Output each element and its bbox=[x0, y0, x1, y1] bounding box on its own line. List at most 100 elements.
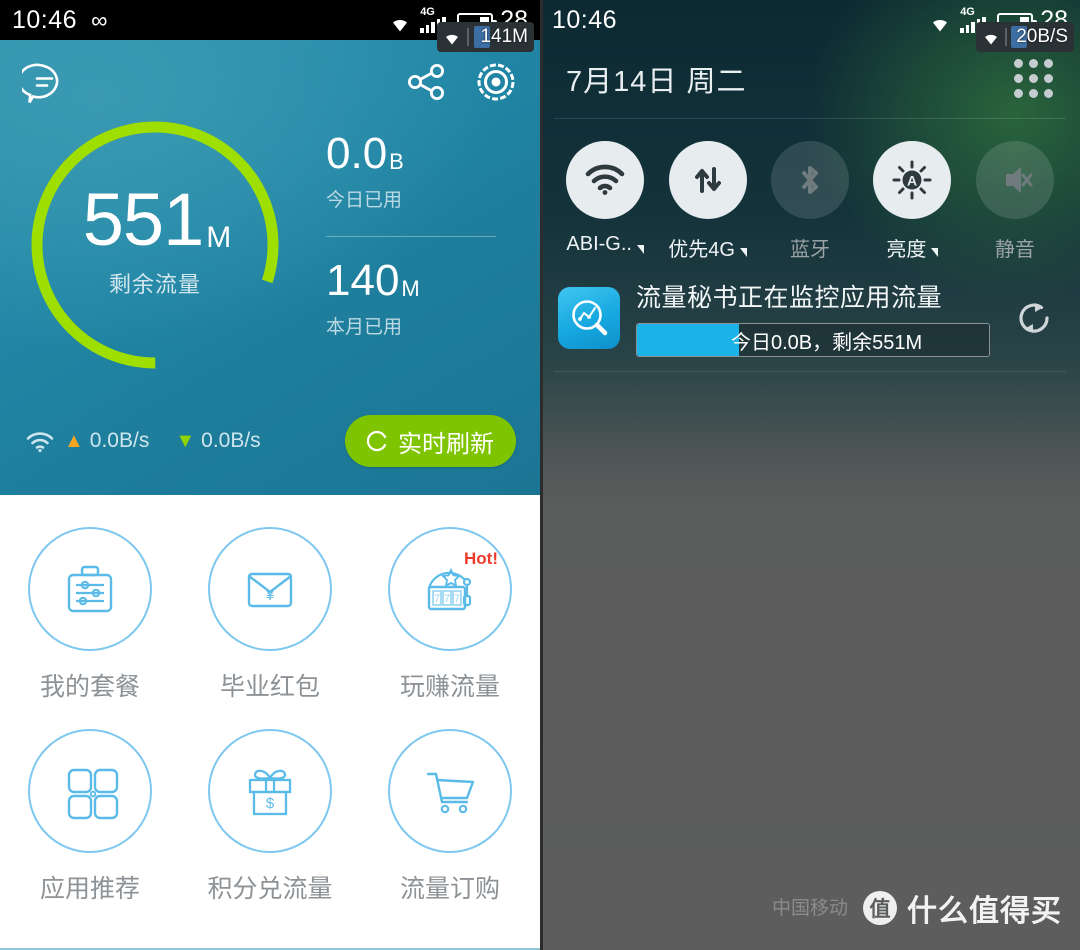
shopping-cart-icon bbox=[388, 729, 512, 853]
download-speed-value: 0.0B/s bbox=[201, 429, 261, 452]
feature-graduation-redpacket[interactable]: ¥ 毕业红包 bbox=[180, 517, 360, 719]
speed-bar: ▲ 0.0B/s ▼ 0.0B/s 实时刷新 bbox=[0, 415, 540, 467]
quick-setting-label: 静音 bbox=[994, 239, 1035, 261]
quick-setting-bluetooth[interactable]: 蓝牙 bbox=[759, 141, 861, 262]
chevron-expand-icon[interactable] bbox=[636, 245, 644, 254]
svg-text:7: 7 bbox=[434, 593, 440, 605]
data-usage-overlay-badge[interactable]: 141M bbox=[437, 22, 534, 52]
hot-badge: Hot! bbox=[464, 549, 498, 568]
realtime-refresh-button[interactable]: 实时刷新 bbox=[345, 415, 516, 467]
gauge-center-readout: 551 M 剩余流量 bbox=[20, 110, 290, 380]
badge-divider bbox=[467, 28, 470, 46]
stat-month-value: 140 bbox=[326, 256, 400, 305]
chat-bubble-icon[interactable] bbox=[17, 63, 66, 105]
share-icon[interactable] bbox=[406, 62, 446, 107]
app-icon bbox=[558, 286, 620, 349]
stat-month: 140M 本月已用 bbox=[326, 259, 496, 339]
watermark-text: 什么值得买 bbox=[907, 895, 1062, 928]
refresh-icon[interactable] bbox=[1006, 290, 1062, 346]
notification-divider bbox=[554, 371, 1066, 372]
upload-speed: ▲ 0.0B/s bbox=[64, 429, 149, 453]
wifi-small-icon bbox=[980, 29, 1002, 46]
gauge-label: 剩余流量 bbox=[108, 272, 201, 298]
briefcase-settings-icon bbox=[28, 527, 152, 651]
feature-grid-row: 我的套餐 ¥ 毕业红包 Hot! 7 7 7 玩赚流量 bbox=[0, 517, 540, 719]
progress-fill bbox=[637, 324, 740, 356]
four-squares-icon bbox=[28, 729, 152, 853]
gear-icon[interactable] bbox=[474, 60, 518, 109]
overlay-data-value: 20B/S bbox=[1016, 26, 1068, 47]
feature-label: 流量订购 bbox=[399, 875, 500, 903]
quick-setting-label: ABI-G.. bbox=[566, 233, 644, 256]
quick-setting-label: 蓝牙 bbox=[790, 239, 831, 261]
svg-text:7: 7 bbox=[454, 593, 460, 605]
feature-grid-row: 应用推荐 $ 积分兑流量 流量订购 bbox=[0, 719, 540, 921]
notification-item[interactable]: 流量秘书正在监控应用流量 今日0.0B，剩余551M bbox=[540, 266, 1080, 367]
arrow-up-icon: ▲ bbox=[64, 430, 84, 452]
panel-separator bbox=[540, 0, 543, 950]
quick-setting-mute[interactable]: 静音 bbox=[964, 141, 1066, 262]
feature-label: 积分兑流量 bbox=[207, 875, 333, 903]
svg-text:$: $ bbox=[266, 795, 275, 812]
stat-today: 0.0B 今日已用 bbox=[326, 132, 496, 212]
chevron-expand-icon[interactable] bbox=[739, 248, 747, 257]
quick-setting-wifi[interactable]: ABI-G.. bbox=[554, 141, 656, 262]
feature-label: 毕业红包 bbox=[219, 673, 320, 701]
notification-progress-bar: 今日0.0B，剩余551M bbox=[636, 323, 990, 357]
realtime-refresh-label: 实时刷新 bbox=[398, 430, 494, 458]
stat-month-caption: 本月已用 bbox=[326, 317, 403, 338]
envelope-yuan-icon: ¥ bbox=[208, 527, 332, 651]
badge-divider bbox=[1005, 28, 1008, 46]
feature-data-purchase[interactable]: 流量订购 bbox=[360, 719, 540, 921]
refresh-icon bbox=[366, 430, 389, 452]
chevron-expand-icon[interactable] bbox=[931, 248, 939, 257]
stat-today-value: 0.0 bbox=[326, 129, 388, 178]
quick-setting-brightness[interactable]: A 亮度 bbox=[861, 141, 963, 262]
arrow-down-icon: ▼ bbox=[175, 430, 196, 452]
wifi-icon bbox=[566, 141, 645, 219]
remaining-data-gauge: 551 M 剩余流量 bbox=[20, 110, 290, 380]
notification-title: 流量秘书正在监控应用流量 bbox=[636, 284, 943, 312]
hero-actions bbox=[406, 60, 518, 109]
stats-divider bbox=[326, 236, 496, 237]
bluetooth-icon bbox=[771, 141, 850, 219]
feature-my-plan[interactable]: 我的套餐 bbox=[0, 517, 180, 719]
data-transfer-icon bbox=[668, 141, 747, 219]
quick-setting-label: 亮度 bbox=[886, 233, 939, 262]
feature-label: 我的套餐 bbox=[39, 673, 140, 701]
stat-month-unit: M bbox=[401, 276, 420, 301]
download-speed: ▼ 0.0B/s bbox=[175, 429, 260, 453]
svg-text:7: 7 bbox=[444, 593, 450, 605]
gauge-value: 551 M bbox=[82, 177, 231, 261]
watermark: 值 什么值得买 bbox=[863, 886, 1062, 930]
mute-icon bbox=[975, 141, 1054, 219]
brightness-auto-icon: A bbox=[873, 141, 952, 219]
wifi-icon bbox=[927, 13, 953, 33]
overlay-data-value: 141M bbox=[480, 26, 528, 47]
stat-today-caption: 今日已用 bbox=[326, 190, 403, 211]
notification-body: 流量秘书正在监控应用流量 今日0.0B，剩余551M bbox=[636, 278, 990, 357]
feature-grid: 我的套餐 ¥ 毕业红包 Hot! 7 7 7 玩赚流量 应用推荐 $ 积分兑流量… bbox=[0, 495, 540, 921]
quick-setting-mobile-data[interactable]: 优先4G bbox=[656, 141, 758, 262]
feature-app-recommend[interactable]: 应用推荐 bbox=[0, 719, 180, 921]
wifi-icon bbox=[387, 13, 413, 33]
status-time: 10:46 bbox=[552, 5, 618, 34]
feature-label: 玩赚流量 bbox=[399, 673, 500, 701]
hero-panel: 551 M 剩余流量 0.0B 今日已用 140M 本月已用 ▲ 0.0B/s … bbox=[0, 40, 540, 495]
shade-date: 7月14日 周二 bbox=[566, 66, 747, 98]
usage-summary: 551 M 剩余流量 0.0B 今日已用 140M 本月已用 bbox=[0, 110, 540, 380]
quick-setting-label: 优先4G bbox=[668, 233, 747, 262]
dual-screenshot: 10:46 ∞ 4G 28 141M 551 M 剩余流量 0.0B 今日已用 … bbox=[0, 0, 1080, 950]
feature-points-exchange[interactable]: $ 积分兑流量 bbox=[180, 719, 360, 921]
infinity-icon: ∞ bbox=[91, 6, 108, 33]
feature-play-earn-data[interactable]: Hot! 7 7 7 玩赚流量 bbox=[360, 517, 540, 719]
notification-progress-text: 今日0.0B，剩余551M bbox=[731, 331, 923, 354]
gift-box-dollar-icon: $ bbox=[208, 729, 332, 853]
slot-machine-icon: Hot! 7 7 7 bbox=[388, 527, 512, 651]
data-usage-overlay-badge[interactable]: 20B/S bbox=[976, 22, 1074, 52]
status-time: 10:46 bbox=[12, 5, 78, 34]
usage-stats: 0.0B 今日已用 140M 本月已用 bbox=[326, 132, 496, 380]
app-grid-icon[interactable] bbox=[1014, 59, 1054, 99]
wifi-speed-icon bbox=[24, 429, 56, 453]
stat-today-unit: B bbox=[389, 149, 404, 174]
